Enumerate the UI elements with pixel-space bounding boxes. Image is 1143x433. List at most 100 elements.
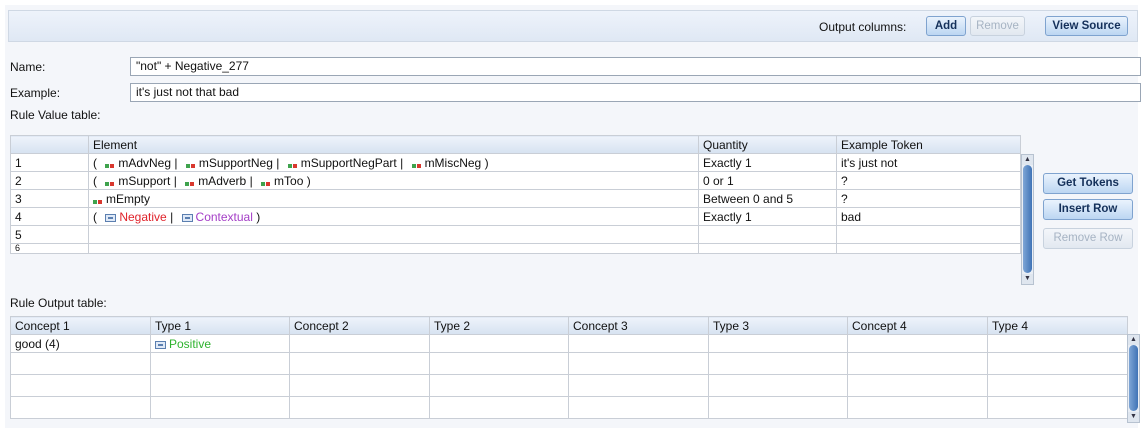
add-column-button[interactable]: Add: [926, 16, 966, 36]
table-row[interactable]: 5: [10, 225, 1021, 244]
macro-name: mSupportNeg: [198, 155, 273, 170]
concept-2-column-header[interactable]: Concept 2: [289, 316, 430, 335]
table-row[interactable]: 3 mEmpty Between 0 and 5 ?: [10, 189, 1021, 208]
concept-3-column-header[interactable]: Concept 3: [568, 316, 709, 335]
type-cell[interactable]: [708, 374, 848, 397]
example-token-cell[interactable]: [836, 225, 1021, 244]
quantity-cell[interactable]: Between 0 and 5: [698, 189, 837, 208]
type-cell[interactable]: [429, 374, 569, 397]
concept-cell[interactable]: [847, 334, 988, 353]
concept-cell[interactable]: [568, 352, 709, 375]
insert-row-button[interactable]: Insert Row: [1043, 199, 1133, 220]
row-number[interactable]: 3: [10, 189, 89, 208]
element-column-header[interactable]: Element: [88, 135, 699, 154]
example-token-cell[interactable]: bad: [836, 207, 1021, 226]
element-cell[interactable]: ( mAdvNeg | mSupportNeg | mSupportNegPar…: [88, 153, 699, 172]
quantity-column-header[interactable]: Quantity: [698, 135, 837, 154]
macro-name: mAdverb: [198, 173, 247, 188]
example-input[interactable]: it's just not that bad: [130, 83, 1141, 102]
separator: |: [170, 209, 174, 224]
get-tokens-button[interactable]: Get Tokens: [1043, 173, 1133, 194]
rule-output-scrollbar[interactable]: ▲ ▼: [1127, 334, 1140, 423]
quantity-cell[interactable]: [698, 225, 837, 244]
concept-cell[interactable]: good (4): [10, 334, 151, 353]
table-row[interactable]: [10, 396, 1128, 419]
example-token-cell[interactable]: ?: [836, 171, 1021, 190]
type-cell[interactable]: [429, 352, 569, 375]
concept-cell[interactable]: [847, 396, 988, 419]
concept-cell[interactable]: [568, 374, 709, 397]
example-token-cell[interactable]: ?: [836, 189, 1021, 208]
type-cell[interactable]: [150, 374, 290, 397]
type-cell[interactable]: [708, 334, 848, 353]
rule-value-scrollbar[interactable]: ▲ ▼: [1021, 154, 1034, 285]
type-4-column-header[interactable]: Type 4: [987, 316, 1128, 335]
scroll-up-icon[interactable]: ▲: [1128, 335, 1139, 345]
type-cell[interactable]: [429, 396, 569, 419]
scrollbar-thumb[interactable]: [1129, 345, 1138, 411]
type-cell[interactable]: Positive: [150, 334, 290, 353]
remove-column-button[interactable]: Remove: [970, 16, 1025, 36]
type-cell[interactable]: [987, 334, 1128, 353]
type-cell[interactable]: [987, 396, 1128, 419]
concept-4-column-header[interactable]: Concept 4: [847, 316, 988, 335]
view-source-button[interactable]: View Source: [1045, 16, 1128, 36]
table-row[interactable]: good (4) Positive: [10, 334, 1128, 353]
type-cell[interactable]: [708, 352, 848, 375]
element-cell[interactable]: mEmpty: [88, 189, 699, 208]
type-cell[interactable]: [708, 396, 848, 419]
concept-cell[interactable]: [289, 352, 430, 375]
scroll-down-icon[interactable]: ▼: [1128, 412, 1139, 422]
concept-cell[interactable]: [568, 334, 709, 353]
name-input[interactable]: "not" + Negative_277: [130, 57, 1141, 76]
example-token-column-header[interactable]: Example Token: [836, 135, 1021, 154]
table-row[interactable]: 2 ( mSupport | mAdverb | mToo ) 0 or 1 ?: [10, 171, 1021, 190]
type-1-column-header[interactable]: Type 1: [150, 316, 290, 335]
type-cell[interactable]: [987, 352, 1128, 375]
table-row[interactable]: [10, 374, 1128, 397]
type-cell[interactable]: [150, 352, 290, 375]
concept-cell[interactable]: [10, 396, 151, 419]
concept-cell[interactable]: [289, 374, 430, 397]
element-cell[interactable]: ( mSupport | mAdverb | mToo ): [88, 171, 699, 190]
example-token-cell[interactable]: it's just not: [836, 153, 1021, 172]
type-3-column-header[interactable]: Type 3: [708, 316, 848, 335]
type-cell[interactable]: [987, 374, 1128, 397]
concept-cell[interactable]: [568, 396, 709, 419]
concept-type-icon: [155, 340, 166, 349]
concept-cell[interactable]: [847, 352, 988, 375]
element-cell[interactable]: [88, 243, 699, 254]
quantity-cell[interactable]: [698, 243, 837, 254]
quantity-cell[interactable]: Exactly 1: [698, 153, 837, 172]
quantity-cell[interactable]: Exactly 1: [698, 207, 837, 226]
scroll-down-icon[interactable]: ▼: [1022, 274, 1033, 284]
table-row[interactable]: 4 ( Negative | Contextual ) Exactly 1 ba…: [10, 207, 1021, 226]
row-number[interactable]: 2: [10, 171, 89, 190]
table-row[interactable]: [10, 352, 1128, 375]
element-cell[interactable]: ( Negative | Contextual ): [88, 207, 699, 226]
corner-header: [10, 135, 89, 154]
concept-cell[interactable]: [10, 374, 151, 397]
rule-value-table: Element Quantity Example Token 1 ( mAdvN…: [10, 135, 1021, 254]
row-number[interactable]: 1: [10, 153, 89, 172]
row-number[interactable]: 6: [10, 243, 89, 254]
example-token-cell[interactable]: [836, 243, 1021, 254]
concept-cell[interactable]: [289, 396, 430, 419]
concept-1-column-header[interactable]: Concept 1: [10, 316, 151, 335]
quantity-cell[interactable]: 0 or 1: [698, 171, 837, 190]
type-2-column-header[interactable]: Type 2: [429, 316, 569, 335]
concept-cell[interactable]: [10, 352, 151, 375]
scrollbar-thumb[interactable]: [1023, 165, 1032, 273]
type-cell[interactable]: [150, 396, 290, 419]
rule-output-header-row: Concept 1 Type 1 Concept 2 Type 2 Concep…: [10, 316, 1128, 335]
concept-cell[interactable]: [847, 374, 988, 397]
element-cell[interactable]: [88, 225, 699, 244]
table-row[interactable]: 1 ( mAdvNeg | mSupportNeg | mSupportNegP…: [10, 153, 1021, 172]
scroll-up-icon[interactable]: ▲: [1022, 155, 1033, 165]
table-row[interactable]: 6: [10, 243, 1021, 254]
row-number[interactable]: 5: [10, 225, 89, 244]
type-cell[interactable]: [429, 334, 569, 353]
concept-cell[interactable]: [289, 334, 430, 353]
row-number[interactable]: 4: [10, 207, 89, 226]
remove-row-button[interactable]: Remove Row: [1043, 228, 1133, 249]
